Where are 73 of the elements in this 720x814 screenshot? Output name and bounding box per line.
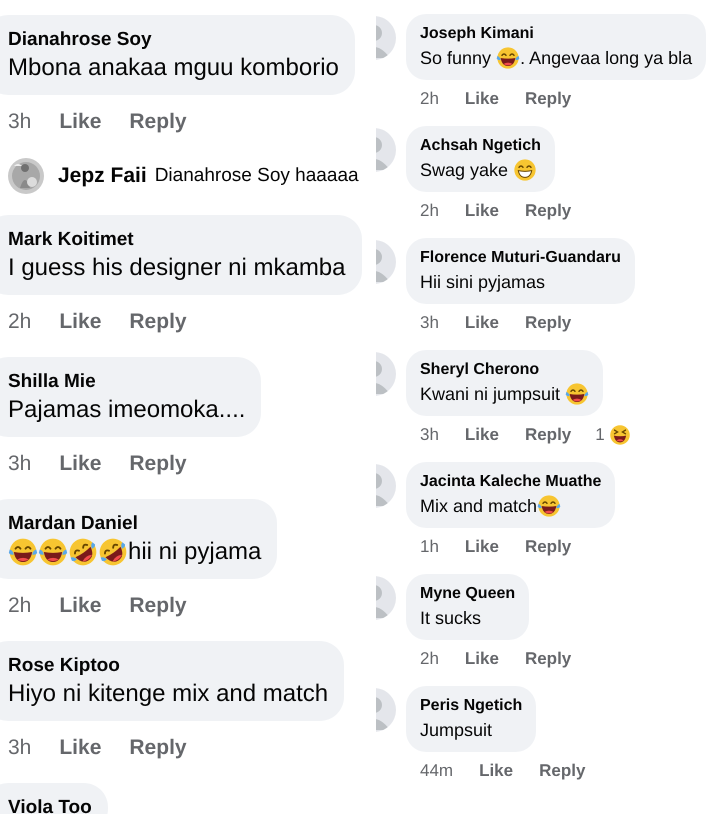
comment-text: Kwani ni jumpsuit: [420, 381, 590, 407]
author-name[interactable]: Peris Ngetich: [420, 695, 522, 717]
timestamp: 2h: [420, 88, 439, 110]
author-name[interactable]: Sheryl Cherono: [420, 359, 590, 381]
author-name[interactable]: Joseph Kimani: [420, 23, 692, 45]
timestamp: 2h: [8, 309, 32, 335]
tears-of-joy-icon: [496, 46, 520, 70]
like-link[interactable]: Like: [464, 312, 499, 334]
timestamp: 3h: [420, 312, 439, 334]
author-name[interactable]: Myne Queen: [420, 583, 516, 605]
author-name[interactable]: Florence Muturi-Guandaru: [420, 247, 621, 269]
author-name[interactable]: Jepz Faii: [58, 160, 147, 192]
squinting-laugh-icon: [608, 424, 631, 446]
comment-text: Mbona anakaa mguu komborio: [8, 53, 339, 83]
comment-text: Mix and match: [420, 493, 602, 519]
like-link[interactable]: Like: [59, 309, 102, 335]
author-name[interactable]: Rose Kiptoo: [8, 653, 328, 679]
comment-text: It sucks: [420, 607, 482, 630]
timestamp: 44m: [420, 760, 454, 782]
timestamp: 3h: [420, 424, 439, 446]
reply-link[interactable]: Reply: [129, 109, 187, 135]
reply-preview[interactable]: Dianahrose Soy haaaaa: [154, 162, 359, 190]
comment-text: Hii sini pyjamas: [420, 271, 546, 294]
author-name[interactable]: Dianahrose Soy: [8, 27, 339, 53]
author-name[interactable]: Viola Too: [8, 795, 92, 814]
author-name[interactable]: Achsah Ngetich: [420, 135, 541, 157]
like-link[interactable]: Like: [59, 593, 102, 619]
rolling-laughing-icon: [98, 537, 128, 567]
like-link[interactable]: Like: [464, 200, 499, 222]
tears-of-joy-icon: [38, 537, 68, 567]
tears-of-joy-icon: [8, 537, 38, 567]
grinning-face-icon: [513, 158, 538, 182]
timestamp: 3h: [8, 451, 32, 477]
like-link[interactable]: Like: [464, 648, 499, 670]
timestamp: 3h: [8, 735, 32, 761]
like-link[interactable]: Like: [59, 735, 102, 761]
timestamp: 2h: [420, 648, 439, 670]
author-name[interactable]: Jacinta Kaleche Muathe: [420, 471, 602, 493]
comment-text: Hiyo ni kitenge mix and match: [8, 679, 328, 709]
reply-link[interactable]: Reply: [524, 536, 572, 558]
author-name[interactable]: Mark Koitimet: [8, 227, 346, 253]
reply-link[interactable]: Reply: [524, 88, 572, 110]
reply-link[interactable]: Reply: [129, 593, 187, 619]
like-link[interactable]: Like: [59, 451, 102, 477]
reply-link[interactable]: Reply: [524, 424, 572, 446]
comment-text: Jumpsuit: [420, 719, 494, 742]
timestamp: 3h: [8, 109, 32, 135]
reply-link[interactable]: Reply: [524, 312, 572, 334]
reaction-count: 1: [595, 424, 605, 446]
like-link[interactable]: Like: [59, 109, 102, 135]
comment-text: Swag yake: [420, 157, 541, 183]
timestamp: 2h: [420, 200, 439, 222]
tears-of-joy-icon: [565, 382, 590, 406]
like-link[interactable]: Like: [464, 536, 499, 558]
rolling-laughing-icon: [68, 537, 98, 567]
comment-text: I guess his designer ni mkamba: [8, 253, 346, 283]
like-link[interactable]: Like: [479, 760, 514, 782]
reply-link[interactable]: Reply: [129, 309, 187, 335]
comment-text: Pajamas imeomoka....: [8, 395, 246, 425]
reply-link[interactable]: Reply: [129, 451, 187, 477]
reply-link[interactable]: Reply: [524, 200, 572, 222]
like-link[interactable]: Like: [464, 88, 499, 110]
author-name[interactable]: Shilla Mie: [8, 369, 246, 395]
timestamp: 1h: [420, 536, 439, 558]
timestamp: 2h: [8, 593, 32, 619]
reply-link[interactable]: Reply: [524, 648, 572, 670]
reply-link[interactable]: Reply: [129, 735, 187, 761]
like-link[interactable]: Like: [464, 424, 499, 446]
author-name[interactable]: Mardan Daniel: [8, 511, 262, 537]
comment-text: hii ni pyjama: [8, 537, 262, 567]
reply-link[interactable]: Reply: [539, 760, 586, 782]
comment-text: So funny . Angevaa long ya bla: [420, 45, 692, 71]
tears-of-joy-icon: [537, 494, 562, 518]
